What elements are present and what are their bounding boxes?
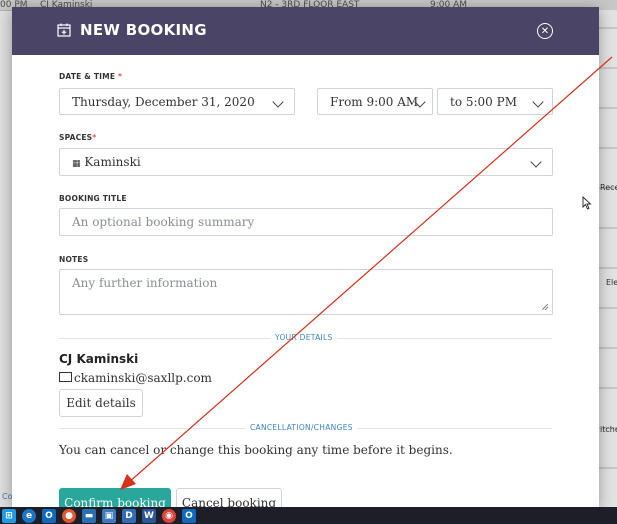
mouse-pointer-icon (582, 196, 592, 210)
date-time-label-text: DATE & TIME (59, 72, 116, 81)
end-time-value: to 5:00 PM (450, 95, 517, 109)
date-select-value: Thursday, December 31, 2020 (72, 95, 255, 109)
desk-grid-icon: ▦ (72, 159, 81, 169)
edit-details-button[interactable]: Edit details (59, 389, 143, 417)
os-taskbar: ⊞ e O ● ▬ ▣ D W ◉ O (0, 507, 617, 524)
chevron-down-icon (532, 96, 544, 108)
outlook-icon-2[interactable]: O (182, 508, 196, 523)
required-mark: * (117, 72, 123, 81)
ie-icon[interactable]: e (22, 508, 36, 523)
modal-header: NEW BOOKING ✕ (12, 7, 599, 55)
end-time-select[interactable]: to 5:00 PM (437, 88, 553, 115)
user-email: ckaminski@saxllp.com (59, 371, 212, 385)
calendar-plus-icon (57, 23, 71, 37)
envelope-icon (59, 372, 72, 382)
cancel-booking-button[interactable]: Cancel booking (176, 488, 282, 507)
your-details-title: YOUR DETAILS (271, 333, 337, 342)
chrome-icon[interactable]: ◉ (162, 508, 176, 523)
explorer-icon[interactable]: ▬ (82, 508, 96, 523)
new-booking-modal: NEW BOOKING ✕ DATE & TIME * Thursday, De… (12, 7, 599, 507)
modal-title: NEW BOOKING (80, 21, 207, 39)
start-time-value: From 9:00 AM (330, 95, 419, 109)
date-select[interactable]: Thursday, December 31, 2020 (59, 88, 295, 115)
spaces-select-value: ▦ Kaminski (72, 155, 141, 169)
spaces-label-text: SPACES (59, 133, 93, 142)
close-icon[interactable]: ✕ (537, 23, 553, 39)
notes-textarea[interactable]: Any further information (59, 269, 553, 315)
cancellation-title: CANCELLATION/CHANGES (246, 423, 357, 432)
project-icon[interactable]: ▣ (102, 508, 116, 523)
start-time-select[interactable]: From 9:00 AM (317, 88, 433, 115)
confirm-booking-button[interactable]: Confirm booking (59, 488, 171, 507)
notes-label: NOTES (59, 255, 89, 264)
spaces-value-text: Kaminski (84, 155, 141, 169)
booking-title-input[interactable]: An optional booking summary (59, 208, 553, 236)
d-app-icon[interactable]: D (122, 508, 136, 523)
spaces-label: SPACES* (59, 133, 96, 142)
chevron-down-icon (530, 156, 542, 168)
outlook-icon[interactable]: O (42, 508, 56, 523)
chevron-down-icon (272, 96, 284, 108)
app-icon[interactable]: ● (62, 508, 76, 523)
word-icon[interactable]: W (142, 508, 156, 523)
resize-handle-icon[interactable] (542, 304, 548, 310)
booking-title-label: BOOKING TITLE (59, 194, 127, 203)
booking-title-placeholder: An optional booking summary (72, 215, 255, 229)
user-email-text: ckaminski@saxllp.com (74, 371, 212, 385)
user-name: CJ Kaminski (59, 352, 139, 366)
windows-icon[interactable]: ⊞ (2, 508, 16, 523)
cancellation-text: You can cancel or change this booking an… (59, 443, 453, 457)
required-mark: * (92, 133, 97, 142)
notes-placeholder: Any further information (72, 276, 218, 290)
date-time-label: DATE & TIME * (59, 72, 122, 81)
spaces-select[interactable]: ▦ Kaminski (59, 148, 553, 176)
